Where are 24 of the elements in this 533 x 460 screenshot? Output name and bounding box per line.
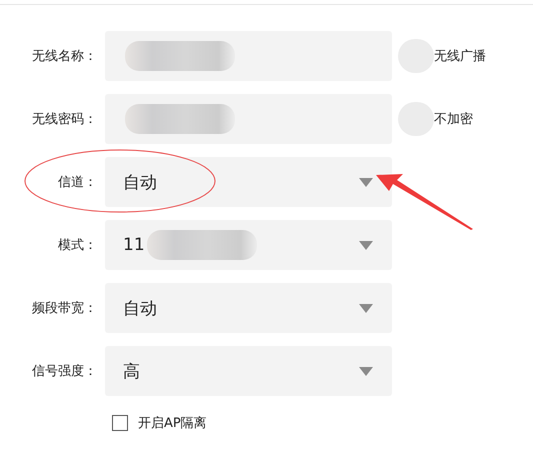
checkbox-label: 开启AP隔离 [138, 415, 207, 432]
input-field[interactable] [105, 94, 392, 144]
caret-icon [359, 178, 373, 187]
field-label: 频段带宽： [31, 300, 98, 317]
checkbox[interactable] [112, 415, 128, 431]
field-label: 无线名称： [31, 48, 98, 65]
input-field[interactable] [105, 31, 392, 81]
field-value: 高 [122, 360, 140, 382]
caret-icon [359, 304, 373, 313]
field-label: 信号强度： [31, 363, 98, 380]
dropdown-field[interactable]: 自动 [105, 157, 392, 207]
field-value: 11 [122, 235, 145, 255]
option-label: 无线广播 [434, 48, 486, 65]
dropdown-field[interactable]: 11 [105, 220, 392, 270]
field-label: 无线密码： [31, 111, 98, 128]
caret-icon [359, 241, 373, 250]
field-value: 自动 [122, 298, 157, 320]
dropdown-field[interactable]: 自动 [105, 283, 392, 333]
field-label: 模式： [57, 237, 98, 254]
dropdown-field[interactable]: 高 [105, 346, 392, 396]
caret-icon [359, 367, 373, 376]
field-label: 信道： [57, 174, 98, 191]
field-value: 自动 [122, 172, 157, 194]
option-label: 不加密 [434, 111, 473, 128]
